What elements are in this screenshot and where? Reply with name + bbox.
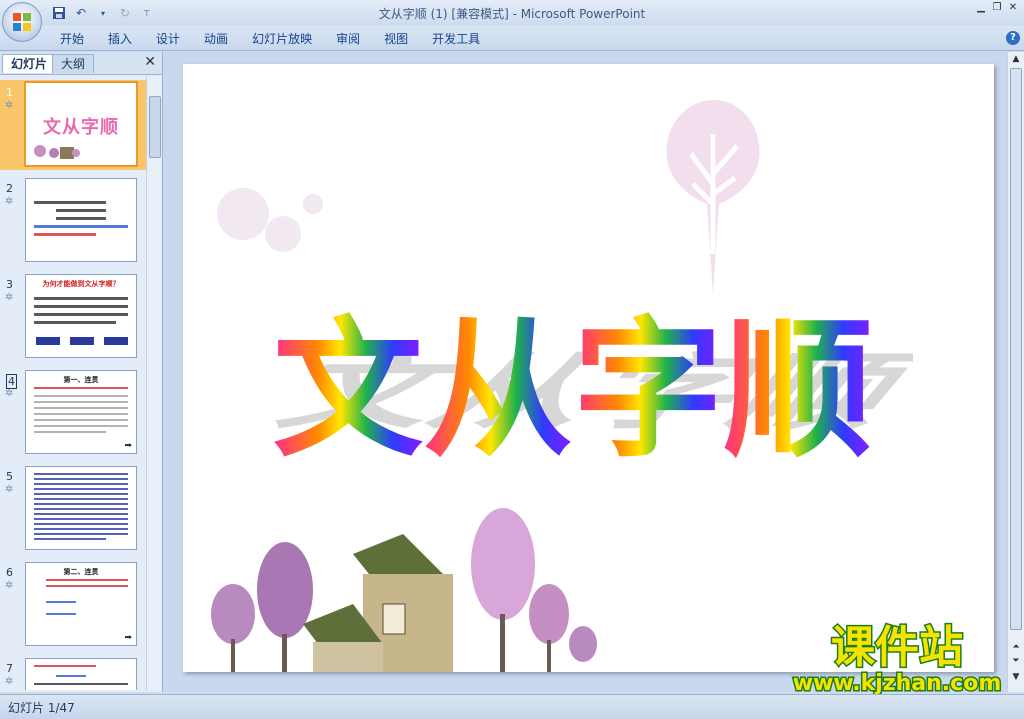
help-icon[interactable]: ? <box>1006 31 1020 45</box>
house-trees-illustration <box>211 508 597 672</box>
slide-thumbnails: 1 ✲ 文从字顺 2 ✲ 3 ✲ 为何才能做到文从字顺？ 4 ✲ 第一、连贯 ➡… <box>0 76 146 690</box>
tab-slides[interactable]: 幻灯片 <box>2 54 57 73</box>
editor-scrollbar[interactable]: ▲ ⏶ ⏷ ▼ <box>1007 52 1024 692</box>
slide-thumbnail-5[interactable]: 5 ✲ <box>0 464 146 554</box>
pane-tabs: 幻灯片 大纲 ✕ <box>0 52 162 75</box>
window-controls: ▁ ❐ ✕ <box>974 2 1020 14</box>
thumbnail-title: 文从字顺 <box>43 117 119 138</box>
title-char-3: 字 <box>573 304 723 478</box>
animation-star-icon: ✲ <box>5 292 14 303</box>
slide-counter: 幻灯片 1/47 <box>8 701 75 715</box>
restore-icon[interactable]: ❐ <box>990 2 1004 14</box>
slide-thumbnail-6[interactable]: 6 ✲ 第二、连贯 ➡ <box>0 560 146 650</box>
slide-thumbnail-7[interactable]: 7 ✲ <box>0 656 146 690</box>
background-splash-icon <box>217 188 323 252</box>
scroll-up-icon[interactable]: ▲ <box>1010 54 1022 64</box>
thumbnail-number: 3 <box>6 278 13 291</box>
tab-outline[interactable]: 大纲 <box>52 54 95 73</box>
tab-slide-show[interactable]: 幻灯片放映 <box>240 30 324 48</box>
arrow-right-icon: ➡ <box>124 441 132 451</box>
tab-design[interactable]: 设计 <box>144 30 192 48</box>
animation-star-icon: ✲ <box>5 100 14 111</box>
tab-view[interactable]: 视图 <box>372 30 420 48</box>
tab-animations[interactable]: 动画 <box>192 30 240 48</box>
thumbnail-preview <box>25 658 137 690</box>
slide-thumbnail-3[interactable]: 3 ✲ 为何才能做到文从字顺？ <box>0 272 146 362</box>
tab-review[interactable]: 审阅 <box>324 30 372 48</box>
title-bar: ↶ ▾ ↻ ⊤ 文从字顺 (1) [兼容模式] - Microsoft Powe… <box>0 0 1024 42</box>
thumbnail-preview: 为何才能做到文从字顺？ <box>25 274 137 358</box>
scrollbar-thumb[interactable] <box>1010 68 1022 630</box>
watermark-title: 课件站 <box>831 622 963 673</box>
slides-pane: 幻灯片 大纲 ✕ 1 ✲ 文从字顺 2 ✲ 3 ✲ 为何才能做到文从字顺？ 4 … <box>0 52 163 692</box>
arrow-right-icon: ➡ <box>124 633 132 643</box>
slide-editor: 文 从 字 顺 文 从 字 顺 ▲ ⏶ ⏷ ▼ <box>163 52 1024 692</box>
thumbnail-number: 4 <box>6 374 17 389</box>
title-char-2: 从 <box>423 304 573 478</box>
title-char-1: 文 <box>273 304 423 478</box>
thumbnail-preview: 第一、连贯 ➡ <box>25 370 137 454</box>
thumbnail-number: 6 <box>6 566 13 579</box>
thumbnail-number: 5 <box>6 470 13 483</box>
slide-thumbnail-4[interactable]: 4 ✲ 第一、连贯 ➡ <box>0 368 146 458</box>
slide-thumbnail-2[interactable]: 2 ✲ <box>0 176 146 266</box>
animation-star-icon: ✲ <box>5 484 14 495</box>
animation-star-icon: ✲ <box>5 580 14 591</box>
kjzhan-watermark-logo: 课件站 www.kjzhan.com <box>791 621 1003 698</box>
close-icon[interactable]: ✕ <box>1006 2 1020 14</box>
tab-developer[interactable]: 开发工具 <box>420 30 492 48</box>
slide-title-art: 文 从 字 顺 文 从 字 顺 <box>273 304 913 478</box>
thumbnail-preview <box>25 466 137 550</box>
thumbnail-preview <box>25 178 137 262</box>
thumbnail-number: 1 <box>6 86 13 99</box>
slide-thumbnail-1[interactable]: 1 ✲ 文从字顺 <box>0 80 146 170</box>
thumbnail-title: 第二、连贯 <box>63 568 99 576</box>
thumbnail-number: 2 <box>6 182 13 195</box>
animation-star-icon: ✲ <box>5 676 14 687</box>
animation-star-icon: ✲ <box>5 196 14 207</box>
thumbnail-number: 7 <box>6 662 13 675</box>
ribbon-tabs: 开始 插入 设计 动画 幻灯片放映 审阅 视图 开发工具 <box>48 30 492 48</box>
status-bar: 幻灯片 1/47 <box>0 694 1024 719</box>
thumbnail-preview: 第二、连贯 ➡ <box>25 562 137 646</box>
tab-home[interactable]: 开始 <box>48 30 96 48</box>
animation-star-icon: ✲ <box>5 388 14 399</box>
background-tree-icon <box>666 100 760 294</box>
scrollbar-thumb[interactable] <box>149 96 161 158</box>
title-char-4: 顺 <box>723 304 873 478</box>
office-button[interactable] <box>2 2 42 42</box>
ribbon: 开始 插入 设计 动画 幻灯片放映 审阅 视图 开发工具 ? <box>0 26 1024 51</box>
close-pane-icon[interactable]: ✕ <box>144 54 156 70</box>
minimize-icon[interactable]: ▁ <box>974 2 988 14</box>
office-logo-icon <box>13 13 31 31</box>
thumbnail-decoration-icon <box>34 145 80 159</box>
window-title: 文从字顺 (1) [兼容模式] - Microsoft PowerPoint <box>378 7 646 21</box>
watermark-url: www.kjzhan.com <box>793 671 1002 696</box>
thumbnail-title: 第一、连贯 <box>63 376 99 384</box>
slide-canvas[interactable]: 文 从 字 顺 文 从 字 顺 <box>183 64 994 672</box>
thumbnail-preview: 文从字顺 <box>24 81 138 167</box>
thumbnail-title: 为何才能做到文从字顺？ <box>42 280 120 288</box>
thumbnails-scrollbar[interactable] <box>146 76 161 690</box>
tab-insert[interactable]: 插入 <box>96 30 144 48</box>
